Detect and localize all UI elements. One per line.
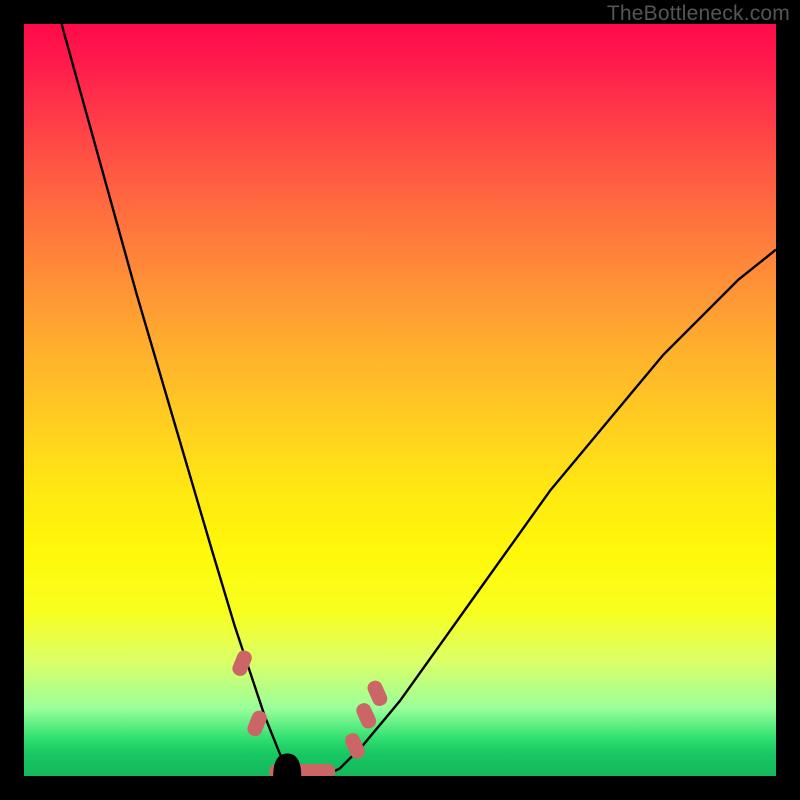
plot-area (24, 24, 776, 776)
chart-svg (24, 24, 776, 776)
watermark-text: TheBottleneck.com (607, 2, 790, 26)
marker-right-mid (354, 701, 378, 731)
chart-frame: TheBottleneck.com (0, 0, 800, 800)
bottom-notch (273, 753, 301, 776)
marker-left-lower (245, 709, 269, 739)
marker-right-upper (365, 678, 389, 708)
bottleneck-curve (62, 24, 776, 776)
